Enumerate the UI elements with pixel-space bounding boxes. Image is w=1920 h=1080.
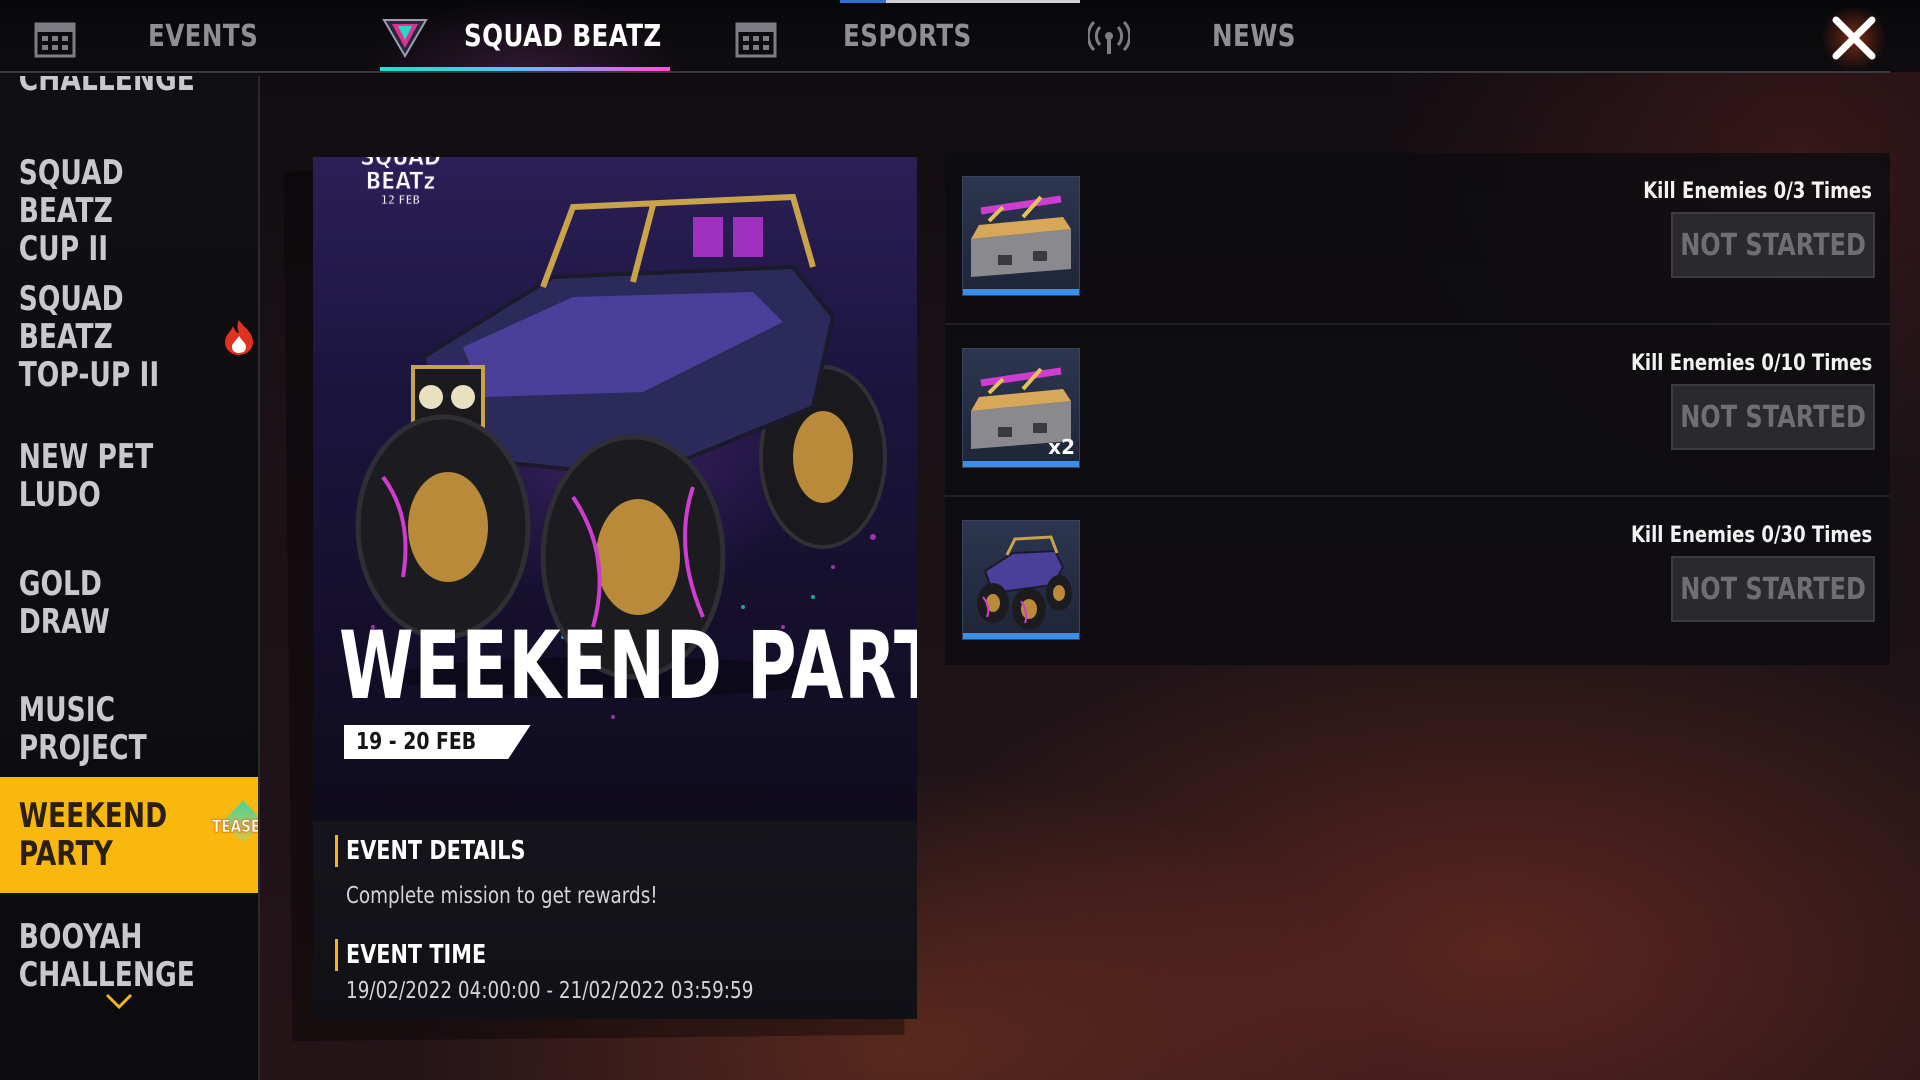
event-date-tag: 19 - 20 FEB <box>344 725 531 759</box>
event-card: SQUAD BEATz 12 FEB WEEKEND PARTY 19 - 20… <box>313 157 917 1019</box>
sidebar-item-squad-beatz-cup[interactable]: SQUAD BEATZ CUP II <box>0 153 258 269</box>
monster-truck-illustration <box>355 193 887 719</box>
mission-row: x2 Kill Enemies 0/10 Times NOT STARTED <box>945 325 1890 497</box>
sidebar-item-new-pet-ludo[interactable]: NEW PET LUDO <box>0 421 258 531</box>
reward-slot[interactable]: x2 <box>962 348 1080 468</box>
monster-truck-icon <box>977 535 1072 630</box>
not-started-button[interactable]: NOT STARTED <box>1671 556 1875 622</box>
weapon-crate-icon <box>971 195 1071 277</box>
event-details-heading: EVENT DETAILS <box>335 835 570 867</box>
sidebar-item-label: MUSIC PROJECT <box>18 690 147 768</box>
reward-slot[interactable] <box>962 520 1080 640</box>
mission-list: Kill Enemies 0/3 Times NOT STARTED x2 Ki… <box>945 153 1890 665</box>
sidebar-item-label: SQUAD BEATZ TOP-UP II <box>18 279 160 395</box>
event-details-panel: EVENT DETAILS Complete mission to get re… <box>313 821 917 1019</box>
sidebar-item-label: CHALLENGE <box>18 76 195 99</box>
mission-label: Kill Enemies 0/30 Times <box>1630 523 1872 548</box>
sidebar-item-label: GOLD DRAW <box>18 564 110 642</box>
sidebar-item-challenge[interactable]: CHALLENGE <box>0 76 258 104</box>
squad-beatz-logo-icon <box>382 19 428 58</box>
broadcast-icon <box>1088 20 1130 54</box>
sidebar-item-music-project[interactable]: MUSIC PROJECT <box>0 674 258 784</box>
event-logo-date: 12 FEB <box>380 193 421 208</box>
tab-news[interactable]: NEWS <box>1212 0 1296 72</box>
top-nav: EVENTS SQUAD BEATZ ESPORTS NEWS <box>0 0 1920 73</box>
reward-slot[interactable] <box>962 176 1080 296</box>
event-title: WEEKEND PARTY <box>339 612 917 721</box>
sidebar-item-booyah-challenge[interactable]: BOOYAH CHALLENGE <box>0 918 258 998</box>
event-details-text: Complete mission to get rewards! <box>346 883 658 909</box>
close-button[interactable] <box>1818 8 1890 68</box>
sidebar-item-label: WEEKEND PARTY <box>18 796 168 874</box>
flame-icon <box>225 320 253 355</box>
sidebar-item-label: NEW PET LUDO <box>18 437 154 515</box>
sidebar-item-gold-draw[interactable]: GOLD DRAW <box>0 548 258 658</box>
not-started-button[interactable]: NOT STARTED <box>1671 384 1875 450</box>
event-logo-line2: BEATz <box>365 167 436 195</box>
not-started-button[interactable]: NOT STARTED <box>1671 212 1875 278</box>
sidebar-item-label: BOOYAH CHALLENGE <box>18 918 195 995</box>
mission-label: Kill Enemies 0/10 Times <box>1630 351 1872 376</box>
tab-events[interactable]: EVENTS <box>148 0 258 72</box>
mission-row: Kill Enemies 0/3 Times NOT STARTED <box>945 153 1890 325</box>
mission-label: Kill Enemies 0/3 Times <box>1643 179 1872 204</box>
sidebar-item-squad-beatz-topup[interactable]: SQUAD BEATZ TOP-UP II <box>0 279 258 395</box>
event-banner-art: SQUAD BEATz 12 FEB WEEKEND PARTY 19 - 20… <box>313 157 917 821</box>
event-sidebar[interactable]: CHALLENGE SQUAD BEATZ CUP II SQUAD BEATZ… <box>0 76 260 1080</box>
mission-row: Kill Enemies 0/30 Times NOT STARTED <box>945 497 1890 667</box>
event-time-heading: EVENT TIME <box>335 939 521 971</box>
close-icon <box>1832 16 1876 60</box>
chevron-down-icon[interactable] <box>104 991 134 1011</box>
sidebar-item-label: SQUAD BEATZ CUP II <box>18 153 124 269</box>
reward-quantity: x2 <box>1048 435 1075 459</box>
teaser-badge: TEASER <box>212 817 260 838</box>
tab-squad-beatz[interactable]: SQUAD BEATZ <box>464 0 662 72</box>
calendar-icon <box>735 22 777 58</box>
calendar-icon <box>34 22 76 58</box>
tab-esports[interactable]: ESPORTS <box>843 0 972 72</box>
event-time-text: 19/02/2022 04:00:00 - 21/02/2022 03:59:5… <box>346 978 754 1004</box>
sidebar-item-weekend-party[interactable]: WEEKEND PARTY TEASER <box>0 777 258 893</box>
